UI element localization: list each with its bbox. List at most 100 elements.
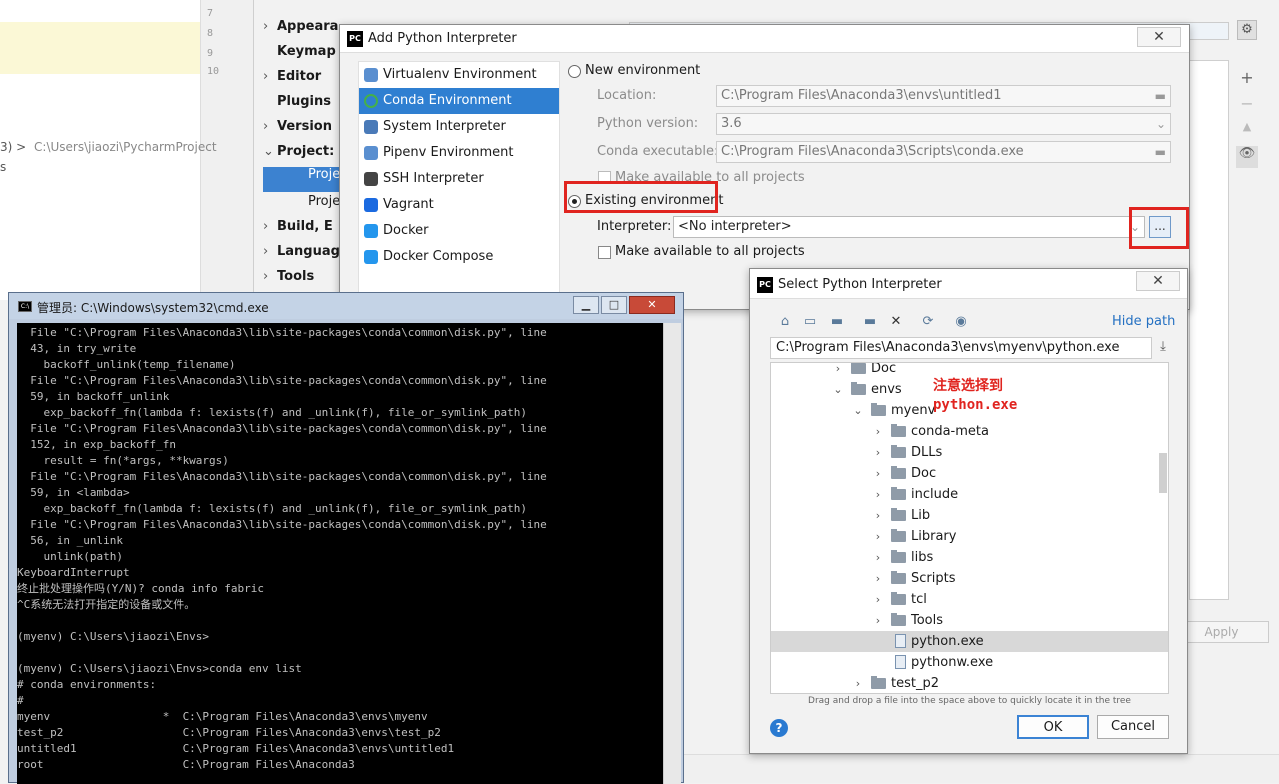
- cmd-window: C:\ 管理员: C:\Windows\system32\cmd.exe ▁ □…: [8, 292, 684, 784]
- env-pipenv[interactable]: Pipenv Environment: [359, 140, 559, 166]
- dialog-titlebar: PC Add Python Interpreter ✕: [340, 25, 1189, 53]
- show-hidden-icon[interactable]: ◉: [952, 313, 970, 331]
- environment-type-list: Virtualenv Environment Conda Environment…: [358, 61, 560, 311]
- upgrade-package-icon[interactable]: ▲: [1236, 120, 1258, 142]
- dialog-title: Add Python Interpreter: [368, 31, 517, 46]
- new-environment-radio[interactable]: [568, 65, 581, 78]
- delete-icon[interactable]: ✕: [887, 313, 905, 331]
- line-number: 7: [207, 8, 214, 19]
- make-available-checkbox-2[interactable]: [598, 246, 611, 259]
- console-text: File "C:\Program Files\Anaconda3\lib\sit…: [17, 326, 547, 771]
- make-available-label-2: Make available to all projects: [615, 244, 805, 259]
- location-field[interactable]: C:\Program Files\Anaconda3\envs\untitled…: [716, 85, 1171, 107]
- chevron-down-icon: ⌄: [1155, 117, 1166, 131]
- add-package-icon[interactable]: +: [1236, 68, 1258, 90]
- console-icon: C:\: [18, 301, 32, 312]
- help-icon[interactable]: ?: [770, 719, 788, 737]
- pipenv-icon: [364, 146, 378, 160]
- tree-row[interactable]: › Tools: [771, 610, 1168, 631]
- tree-row[interactable]: › Scripts: [771, 568, 1168, 589]
- docker-icon: [364, 224, 378, 238]
- dialog-titlebar: PC Select Python Interpreter ✕: [750, 269, 1187, 299]
- desktop-icon[interactable]: ▭: [801, 313, 819, 331]
- new-folder-icon[interactable]: ▬: [861, 313, 879, 331]
- pycharm-icon: PC: [757, 277, 773, 293]
- new-environment-label: New environment: [585, 63, 701, 78]
- eye-icon[interactable]: 👁: [1236, 146, 1258, 168]
- tree-row[interactable]: › conda-meta: [771, 421, 1168, 442]
- console-output[interactable]: File "C:\Program Files\Anaconda3\lib\sit…: [17, 323, 663, 784]
- drag-drop-hint: Drag and drop a file into the space abov…: [808, 696, 1131, 706]
- ok-button[interactable]: OK: [1017, 715, 1089, 739]
- python-version-select[interactable]: 3.6 ⌄: [716, 113, 1171, 135]
- virtualenv-icon: [364, 68, 378, 82]
- docker-compose-icon: [364, 250, 378, 264]
- folder-icon[interactable]: ▬: [1155, 142, 1166, 162]
- line-number: 9: [207, 48, 214, 59]
- env-system[interactable]: System Interpreter: [359, 114, 559, 140]
- path-input[interactable]: C:\Program Files\Anaconda3\envs\myenv\py…: [770, 337, 1152, 359]
- env-docker-compose[interactable]: Docker Compose: [359, 244, 559, 270]
- python-icon: [364, 120, 378, 134]
- refresh-icon[interactable]: ⟳: [919, 313, 937, 331]
- tree-row[interactable]: › test_p2: [771, 673, 1168, 693]
- conda-executable-field[interactable]: C:\Program Files\Anaconda3\Scripts\conda…: [716, 141, 1171, 163]
- conda-icon: [364, 94, 378, 108]
- tree-row[interactable]: › DLLs: [771, 442, 1168, 463]
- apply-button[interactable]: Apply: [1174, 621, 1269, 643]
- python-file-icon: [895, 634, 906, 648]
- annotation-note: 注意选择到: [933, 378, 1003, 394]
- tree-row[interactable]: › Doc: [771, 463, 1168, 484]
- tree-row[interactable]: › tcl: [771, 589, 1168, 610]
- location-label: Location:: [597, 88, 657, 103]
- tree-row-selected[interactable]: python.exe: [771, 631, 1168, 652]
- tree-scrollbar-thumb[interactable]: [1159, 453, 1167, 493]
- env-virtualenv[interactable]: Virtualenv Environment: [359, 62, 559, 88]
- close-button[interactable]: ✕: [1136, 271, 1180, 291]
- highlight-box-browse: [1129, 207, 1189, 249]
- interpreter-select[interactable]: <No interpreter> ⌄: [673, 216, 1145, 238]
- settings-bottom-strip: [684, 754, 1279, 783]
- dialog-title: Select Python Interpreter: [778, 277, 942, 292]
- cmd-titlebar: C:\ 管理员: C:\Windows\system32\cmd.exe ▁ □…: [9, 293, 683, 319]
- cancel-button[interactable]: Cancel: [1097, 715, 1169, 739]
- python-version-label: Python version:: [597, 116, 699, 131]
- maximize-button[interactable]: □: [601, 296, 627, 314]
- line-number: 10: [207, 66, 220, 77]
- home-icon[interactable]: ⌂: [776, 313, 794, 331]
- line-number: 8: [207, 28, 214, 39]
- packages-table[interactable]: [1189, 60, 1229, 600]
- download-icon[interactable]: ⤓: [1155, 339, 1171, 355]
- tree-row[interactable]: › Library: [771, 526, 1168, 547]
- project-folder-icon[interactable]: ▬: [828, 313, 846, 331]
- cmd-title: 管理员: C:\Windows\system32\cmd.exe: [37, 301, 269, 315]
- highlight-box-existing: [564, 181, 718, 213]
- run-path: C:\Users\jiaozi\PycharmProject: [34, 140, 217, 154]
- remove-package-icon[interactable]: −: [1236, 94, 1258, 116]
- run-line-2: s: [0, 160, 7, 174]
- pycharm-icon: PC: [347, 31, 363, 47]
- hide-path-link[interactable]: Hide path: [1112, 314, 1175, 329]
- tree-row[interactable]: › include: [771, 484, 1168, 505]
- console-scrollbar[interactable]: [663, 323, 681, 784]
- vagrant-icon: [364, 198, 378, 212]
- folder-icon[interactable]: ▬: [1155, 86, 1166, 106]
- env-vagrant[interactable]: Vagrant: [359, 192, 559, 218]
- close-button[interactable]: ✕: [629, 296, 675, 314]
- interpreter-label: Interpreter:: [597, 219, 672, 234]
- conda-executable-label: Conda executable:: [597, 144, 719, 159]
- tree-row[interactable]: pythonw.exe: [771, 652, 1168, 673]
- env-ssh[interactable]: SSH Interpreter: [359, 166, 559, 192]
- gear-icon[interactable]: ⚙: [1237, 20, 1257, 40]
- run-output-line: 3) > C:\Users\jiaozi\PycharmProject s: [0, 140, 217, 174]
- env-conda[interactable]: Conda Environment: [359, 88, 559, 114]
- minimize-button[interactable]: ▁: [573, 296, 599, 314]
- env-docker[interactable]: Docker: [359, 218, 559, 244]
- python-file-icon: [895, 655, 906, 669]
- select-python-interpreter-dialog: PC Select Python Interpreter ✕ ⌂ ▭ ▬ ▬ ✕…: [749, 268, 1188, 754]
- tree-row[interactable]: › Lib: [771, 505, 1168, 526]
- highlighted-code-line: [0, 22, 200, 74]
- tree-row[interactable]: › libs: [771, 547, 1168, 568]
- close-button[interactable]: ✕: [1137, 27, 1181, 47]
- run-prefix: 3) >: [0, 140, 27, 154]
